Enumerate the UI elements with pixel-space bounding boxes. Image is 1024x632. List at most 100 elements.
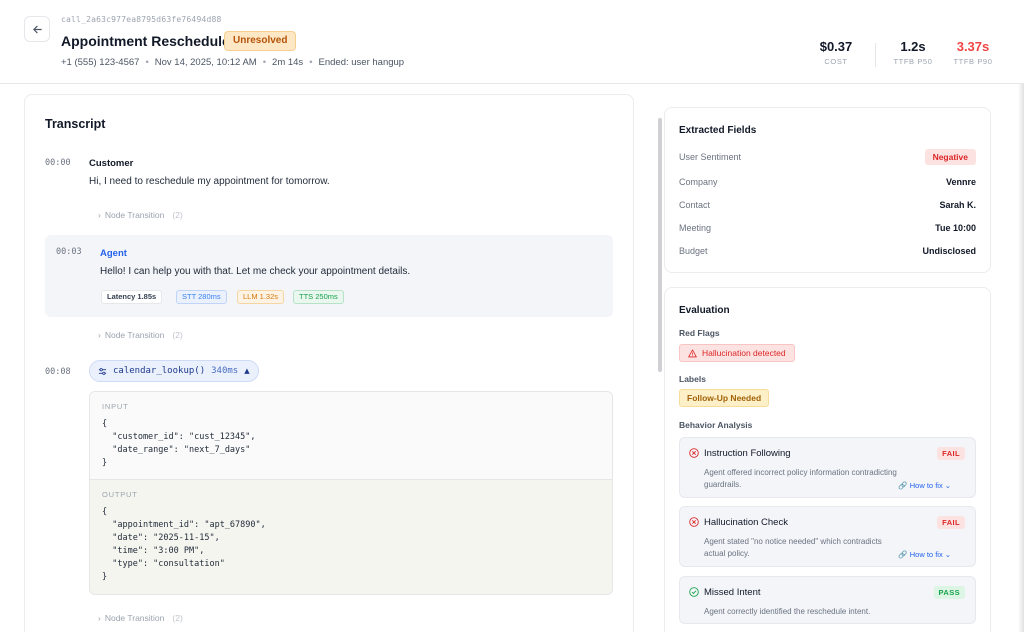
- phone-number: +1 (555) 123-4567: [61, 57, 140, 68]
- main-content: Transcript 00:00 Customer Hi, I need to …: [0, 84, 1024, 632]
- agent-turn: 00:03 Agent Hello! I can help you with t…: [45, 235, 613, 317]
- chevron-down-icon: ⌄: [944, 481, 951, 490]
- how-to-fix-label: How to fix: [909, 550, 943, 559]
- call-duration: 2m 14s: [272, 57, 304, 68]
- field-value: Vennre: [945, 177, 976, 187]
- call-ended-reason: Ended: user hangup: [318, 57, 405, 68]
- chevron-right-icon: ›: [98, 613, 101, 623]
- stat-ttfb-p50: 1.2s TTFB P50: [888, 39, 938, 66]
- customer-speaker: Customer: [89, 158, 134, 169]
- latency-chip: Latency 1.85s: [101, 290, 163, 304]
- node-transition-toggle[interactable]: › Node Transition (2): [98, 613, 183, 623]
- behavior-description: Agent correctly identified the reschedul…: [704, 607, 871, 616]
- transcript-panel: Transcript 00:00 Customer Hi, I need to …: [24, 94, 634, 632]
- tool-input-label: INPUT: [102, 402, 129, 411]
- red-flags-label: Red Flags: [679, 328, 720, 338]
- chevron-right-icon: ›: [98, 210, 101, 220]
- window-edge-shadow: [1018, 84, 1024, 632]
- extracted-fields-title: Extracted Fields: [679, 125, 757, 136]
- sentiment-badge: Negative: [924, 149, 976, 165]
- behavior-analysis-label: Behavior Analysis: [679, 420, 753, 430]
- tool-call-toggle[interactable]: calendar_lookup() 340ms ▲: [89, 360, 259, 382]
- behavior-item-hallucination-check: Hallucination Check FAIL Agent stated "n…: [679, 506, 976, 567]
- field-row-contact: Contact Sarah K.: [679, 197, 976, 213]
- chevron-up-icon: ▲: [244, 367, 250, 375]
- fail-badge: FAIL: [937, 447, 965, 460]
- agent-message: Hello! I can help you with that. Let me …: [100, 266, 411, 277]
- llm-chip: LLM 1.32s: [237, 290, 285, 304]
- tool-duration: 340ms: [211, 366, 239, 376]
- check-circle-icon: [689, 587, 699, 597]
- field-key: Contact: [679, 200, 711, 210]
- field-key: User Sentiment: [679, 152, 742, 162]
- red-flag-badge: Hallucination detected: [679, 344, 795, 362]
- evaluation-title: Evaluation: [679, 305, 730, 316]
- stat-cost: $0.37 COST: [811, 39, 861, 66]
- how-to-fix-link[interactable]: 🔗 How to fix ⌄: [898, 550, 951, 559]
- field-key: Meeting: [679, 223, 712, 233]
- stat-ttfb-p90: 3.37s TTFB P90: [948, 39, 998, 66]
- node-transition-label: Node Transition: [104, 613, 165, 623]
- tool-output-code: { "appointment_id": "apt_67890", "date":…: [102, 507, 266, 582]
- x-circle-icon: [689, 448, 699, 458]
- back-button[interactable]: [24, 16, 50, 42]
- node-transition-label: Node Transition: [104, 210, 165, 220]
- field-row-budget: Budget Undisclosed: [679, 243, 976, 259]
- x-circle-icon: [689, 517, 699, 527]
- transcript-scrollbar[interactable]: [658, 118, 662, 372]
- stat-divider: [875, 43, 876, 67]
- link-icon: 🔗: [898, 550, 908, 559]
- stat-p50-label: TTFB P50: [893, 57, 933, 66]
- behavior-name: Hallucination Check: [704, 517, 788, 528]
- node-transition-toggle[interactable]: › Node Transition (2): [98, 210, 183, 220]
- field-value: Sarah K.: [939, 200, 976, 210]
- behavior-item-missed-intent: Missed Intent PASS Agent correctly ident…: [679, 576, 976, 624]
- field-value: Tue 10:00: [935, 223, 976, 233]
- field-row-sentiment: User Sentiment Negative: [679, 149, 976, 165]
- separator-dot: •: [309, 57, 313, 68]
- tool-input-section: INPUT { "customer_id": "cust_12345", "da…: [90, 392, 612, 480]
- separator-dot: •: [145, 57, 149, 68]
- stat-p90-label: TTFB P90: [953, 57, 993, 66]
- stat-p90-value: 3.37s: [956, 39, 990, 54]
- status-badge: Unresolved: [224, 31, 297, 51]
- how-to-fix-link[interactable]: 🔗 How to fix ⌄: [898, 481, 951, 490]
- tts-chip: TTS 250ms: [293, 290, 344, 304]
- turn-timestamp: 00:00: [45, 158, 71, 168]
- stat-p50-value: 1.2s: [900, 39, 926, 54]
- field-key: Company: [679, 177, 718, 187]
- field-row-company: Company Vennre: [679, 174, 976, 190]
- turn-timestamp: 00:03: [56, 247, 82, 257]
- tool-io-panel: INPUT { "customer_id": "cust_12345", "da…: [89, 391, 613, 595]
- behavior-name: Instruction Following: [704, 448, 791, 459]
- tool-output-section: OUTPUT { "appointment_id": "apt_67890", …: [90, 480, 612, 594]
- behavior-name: Missed Intent: [704, 587, 761, 598]
- call-stats: $0.37 COST 1.2s TTFB P50 3.37s TTFB P90: [811, 39, 998, 67]
- separator-dot: •: [262, 57, 267, 68]
- tool-output-label: OUTPUT: [102, 490, 138, 499]
- transcript-title: Transcript: [45, 117, 106, 131]
- link-icon: 🔗: [898, 481, 908, 490]
- turn-timestamp: 00:08: [45, 367, 71, 377]
- sliders-icon: [98, 367, 107, 375]
- warning-icon: [688, 348, 697, 357]
- labels-label: Labels: [679, 374, 706, 384]
- page-title: Appointment Reschedule: [61, 33, 230, 49]
- node-transition-toggle[interactable]: › Node Transition (2): [98, 330, 183, 340]
- stat-cost-label: COST: [824, 57, 848, 66]
- field-value: Undisclosed: [922, 246, 976, 256]
- agent-speaker: Agent: [100, 248, 127, 259]
- call-id: call_2a63c977ea8795d63fe76494d88: [61, 15, 222, 24]
- extracted-fields-panel: Extracted Fields User Sentiment Negative…: [664, 107, 991, 273]
- how-to-fix-label: How to fix: [909, 481, 943, 490]
- fail-badge: FAIL: [937, 516, 965, 529]
- stat-cost-value: $0.37: [819, 39, 853, 54]
- node-transition-label: Node Transition: [104, 330, 165, 340]
- node-transition-count: (2): [172, 330, 183, 340]
- tool-name: calendar_lookup(): [113, 366, 206, 376]
- red-flag-text: Hallucination detected: [702, 348, 786, 358]
- node-transition-count: (2): [172, 210, 183, 220]
- behavior-description: Agent offered incorrect policy informati…: [704, 468, 897, 489]
- behavior-description: Agent stated "no notice needed" which co…: [704, 537, 882, 558]
- pass-badge: PASS: [933, 586, 965, 599]
